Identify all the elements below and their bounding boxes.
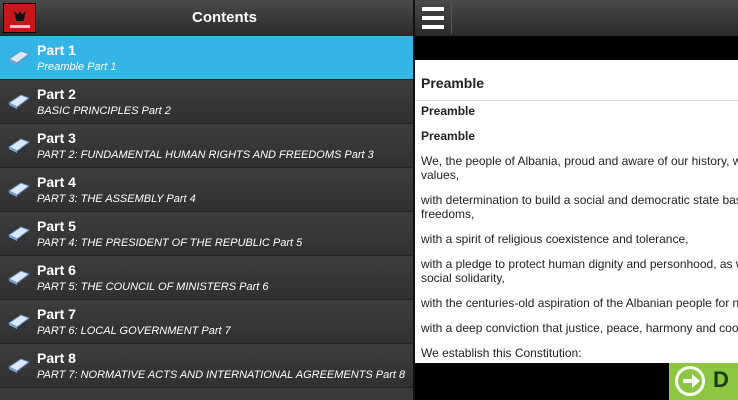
list-item-title: Part 6	[37, 262, 76, 278]
list-item-title: Part 7	[37, 306, 76, 322]
list-item-part-1[interactable]: Part 1 Preamble Part 1	[0, 36, 413, 80]
list-item-subtitle: PART 2: FUNDAMENTAL HUMAN RIGHTS AND FRE…	[37, 149, 374, 161]
list-item-subtitle: PART 3: THE ASSEMBLY Part 4	[37, 193, 196, 205]
list-item-title: Part 2	[37, 86, 76, 102]
book-icon	[8, 50, 31, 65]
list-item-title: Part 5	[37, 218, 76, 234]
hamburger-menu-icon[interactable]	[419, 5, 449, 31]
list-item-part-4[interactable]: Part 4 PART 3: THE ASSEMBLY Part 4	[0, 168, 413, 212]
document-paragraph: We, the people of Albania, proud and awa…	[421, 154, 738, 182]
parts-list: Part 1 Preamble Part 1 Part 2 BASIC PRIN…	[0, 36, 413, 388]
list-item-title: Part 8	[37, 350, 76, 366]
book-icon	[8, 182, 31, 197]
list-item-title: Part 1	[37, 42, 76, 58]
contents-panel: Contents Part 1 Preamble Part 1 Part 2 B…	[0, 0, 413, 400]
list-item-subtitle: PART 6: LOCAL GOVERNMENT Part 7	[37, 325, 231, 337]
page-title: Contents	[192, 9, 257, 26]
divider	[415, 100, 738, 101]
list-item-part-5[interactable]: Part 5 PART 4: THE PRESIDENT OF THE REPU…	[0, 212, 413, 256]
list-item-subtitle: Preamble Part 1	[37, 61, 117, 73]
list-item-subtitle: BASIC PRINCIPLES Part 2	[37, 105, 171, 117]
book-icon	[8, 226, 31, 241]
eagle-icon	[14, 11, 26, 21]
document-paragraph: with a spirit of religious coexistence a…	[421, 232, 689, 246]
list-item-title: Part 3	[37, 130, 76, 146]
arrow-right-circle-icon	[675, 366, 705, 396]
document-subheading: Preamble	[421, 104, 476, 118]
book-icon	[8, 270, 31, 285]
document-toolbar	[415, 0, 738, 36]
next-button-label: D	[713, 367, 729, 392]
book-icon	[8, 358, 31, 373]
list-item-subtitle: PART 5: THE COUNCIL OF MINISTERS Part 6	[37, 281, 269, 293]
next-button[interactable]: D	[669, 363, 738, 400]
contents-toolbar: Contents	[0, 0, 413, 37]
list-item-part-3[interactable]: Part 3 PART 2: FUNDAMENTAL HUMAN RIGHTS …	[0, 124, 413, 168]
list-item-title: Part 4	[37, 174, 76, 190]
list-item-part-6[interactable]: Part 6 PART 5: THE COUNCIL OF MINISTERS …	[0, 256, 413, 300]
document-paragraph: We establish this Constitution:	[421, 346, 582, 360]
document-heading: Preamble	[421, 75, 485, 91]
book-icon	[8, 138, 31, 153]
document-panel: Preamble Preamble Preamble We, the peopl…	[415, 0, 738, 400]
document-paragraph: with a deep conviction that justice, pea…	[421, 321, 738, 335]
list-item-subtitle: PART 4: THE PRESIDENT OF THE REPUBLIC Pa…	[37, 237, 303, 249]
list-item-part-8[interactable]: Part 8 PART 7: NORMATIVE ACTS AND INTERN…	[0, 344, 413, 388]
list-item-part-7[interactable]: Part 7 PART 6: LOCAL GOVERNMENT Part 7	[0, 300, 413, 344]
list-item-subtitle: PART 7: NORMATIVE ACTS AND INTERNATIONAL…	[37, 369, 406, 381]
document-paragraph: with a pledge to protect human dignity a…	[421, 257, 738, 285]
list-item-part-2[interactable]: Part 2 BASIC PRINCIPLES Part 2	[0, 80, 413, 124]
albania-flag-icon[interactable]	[3, 3, 36, 33]
document-subheading: Preamble	[421, 129, 476, 143]
document-view[interactable]: Preamble Preamble Preamble We, the peopl…	[415, 60, 738, 363]
document-paragraph: with determination to build a social and…	[421, 193, 738, 221]
document-paragraph: with the centuries-old aspiration of the…	[421, 296, 738, 310]
book-icon	[8, 314, 31, 329]
book-icon	[8, 94, 31, 109]
